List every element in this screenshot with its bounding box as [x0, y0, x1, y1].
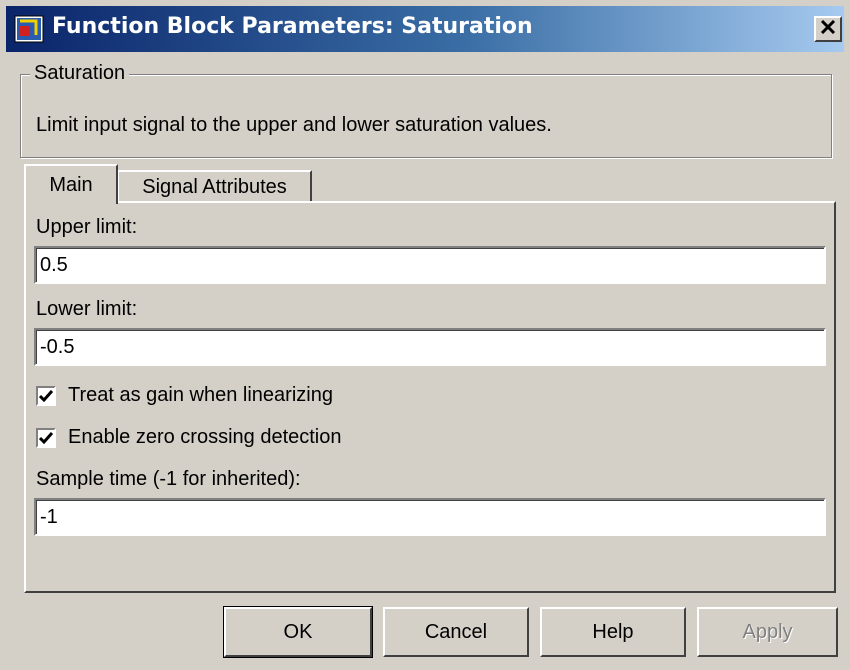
cancel-button[interactable]: Cancel [383, 607, 529, 657]
help-button-label: Help [592, 620, 634, 643]
checkmark-icon [39, 389, 53, 402]
lower-limit-field[interactable]: -0.5 [34, 328, 826, 366]
help-button[interactable]: Help [540, 607, 686, 657]
sample-time-field[interactable]: -1 [34, 498, 826, 536]
block-description: Limit input signal to the upper and lowe… [36, 114, 552, 136]
tab-signal-attributes[interactable]: Signal Attributes [118, 170, 312, 202]
cancel-button-label: Cancel [424, 620, 488, 643]
treat-as-gain-checkbox[interactable] [36, 385, 56, 406]
treat-as-gain-label: Treat as gain when linearizing [68, 384, 333, 406]
simulink-block-icon [14, 15, 44, 43]
zero-crossing-checkbox[interactable] [36, 427, 56, 448]
lower-limit-label: Lower limit: [36, 298, 138, 320]
upper-limit-field[interactable]: 0.5 [34, 246, 826, 284]
sample-time-label: Sample time (-1 for inherited): [36, 468, 301, 490]
treat-as-gain-checkbox-row[interactable]: Treat as gain when linearizing [36, 384, 333, 407]
apply-button-label: Apply [742, 620, 793, 643]
window-title: Function Block Parameters: Saturation [52, 14, 533, 39]
tab-main[interactable]: Main [24, 164, 118, 204]
title-bar[interactable]: Function Block Parameters: Saturation [6, 6, 844, 52]
tab-signal-attributes-label: Signal Attributes [142, 175, 287, 198]
zero-crossing-label: Enable zero crossing detection [68, 426, 342, 448]
ok-button[interactable]: OK [223, 606, 373, 658]
zero-crossing-checkbox-row[interactable]: Enable zero crossing detection [36, 426, 342, 449]
close-icon [820, 19, 836, 39]
ok-button-label: OK [283, 620, 313, 643]
tab-main-label: Main [49, 173, 93, 196]
apply-button[interactable]: Apply [697, 607, 838, 657]
groupbox-legend: Saturation [30, 62, 130, 85]
checkmark-icon [39, 431, 53, 444]
dialog-window: Function Block Parameters: Saturation Sa… [0, 0, 850, 670]
upper-limit-label: Upper limit: [36, 216, 138, 238]
close-button[interactable] [814, 16, 842, 42]
